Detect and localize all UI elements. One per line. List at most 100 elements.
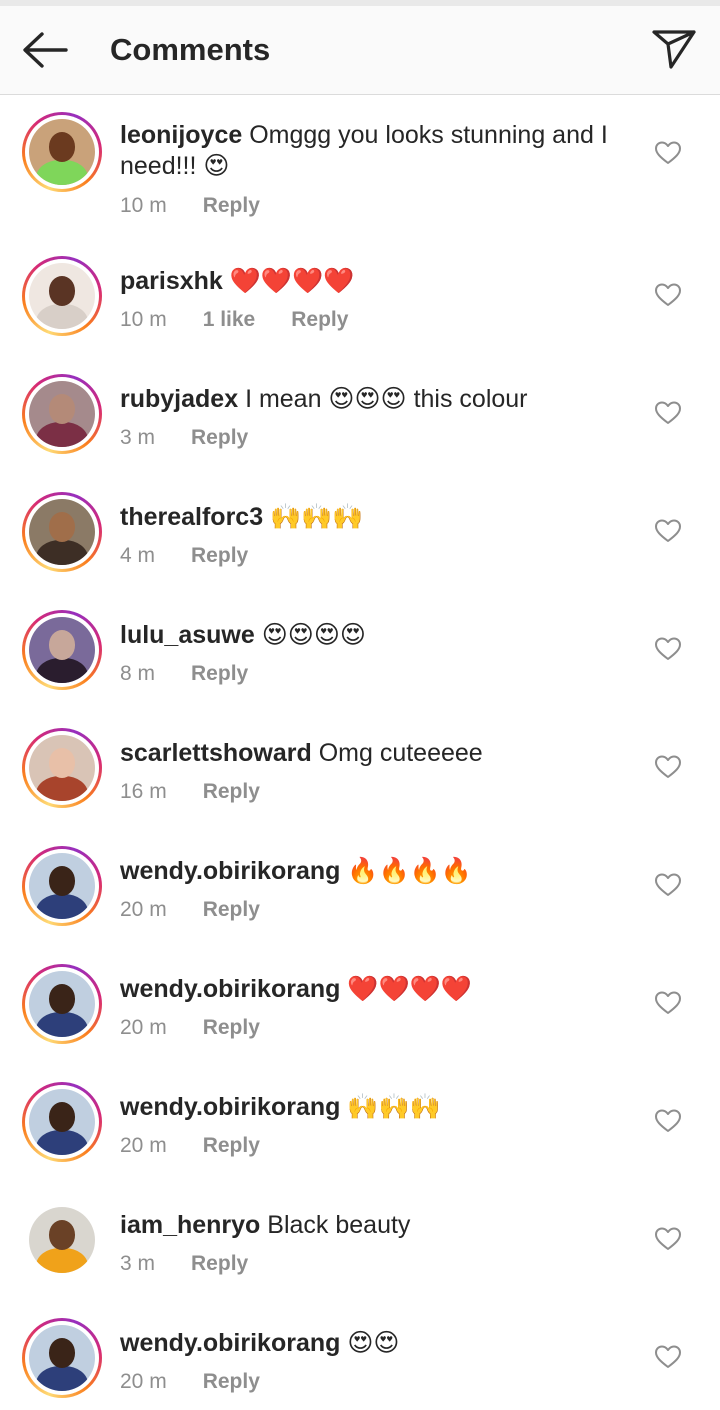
avatar[interactable] [22, 112, 102, 192]
likes-count-link[interactable]: 1 like [203, 308, 256, 332]
comment-body: 🙌🙌🙌 [270, 503, 364, 531]
heart-icon[interactable] [654, 1108, 682, 1134]
avatar[interactable] [22, 610, 102, 690]
comment-row: iam_henryo Black beauty 3 m Reply [0, 1196, 720, 1314]
avatar[interactable] [22, 492, 102, 572]
comment-row: wendy.obirikorang 🔥🔥🔥🔥 20 m Reply [0, 842, 720, 960]
comment-timestamp: 4 m [120, 544, 156, 567]
heart-icon[interactable] [654, 400, 682, 426]
comment-body: 😍😍 [347, 1329, 400, 1357]
comment-text: wendy.obirikorang ❤️❤️❤️❤️ [120, 974, 630, 1005]
comment-username[interactable]: wendy.obirikorang [120, 975, 340, 1003]
avatar[interactable] [22, 846, 102, 926]
comment-text: lulu_asuwe 😍😍😍😍 [120, 620, 630, 651]
comment-meta: 16 m Reply [120, 780, 260, 804]
comment-body: ❤️❤️❤️❤️ [229, 267, 355, 295]
comment-username[interactable]: lulu_asuwe [120, 621, 255, 649]
heart-icon[interactable] [654, 518, 682, 544]
comment-row: rubyjadex I mean 😍😍😍 this colour 3 m Reply [0, 370, 720, 488]
avatar[interactable] [22, 1200, 102, 1280]
comment-meta: 3 m Reply [120, 426, 248, 450]
comment-text: parisxhk ❤️❤️❤️❤️ [120, 266, 630, 297]
reply-button[interactable]: Reply [203, 1016, 260, 1040]
comment-meta: 20 m Reply [120, 1370, 260, 1394]
comment-row: wendy.obirikorang 😍😍 20 m Reply [0, 1314, 720, 1410]
avatar[interactable] [22, 1082, 102, 1162]
reply-button[interactable]: Reply [203, 780, 260, 804]
comment-body: 🙌🙌🙌 [347, 1093, 441, 1121]
comment-meta: 20 m Reply [120, 1134, 260, 1158]
comment-timestamp: 10 m [120, 308, 167, 331]
comment-body: 🔥🔥🔥🔥 [347, 857, 472, 885]
reply-button[interactable]: Reply [191, 1252, 248, 1276]
heart-icon[interactable] [654, 282, 682, 308]
comment-row: scarlettshoward Omg cuteeeee 16 m Reply [0, 724, 720, 842]
comment-username[interactable]: wendy.obirikorang [120, 857, 340, 885]
comment-timestamp: 20 m [120, 1016, 167, 1039]
reply-button[interactable]: Reply [203, 1370, 260, 1394]
comment-text: wendy.obirikorang 😍😍 [120, 1328, 630, 1359]
reply-button[interactable]: Reply [191, 426, 248, 450]
heart-icon[interactable] [654, 872, 682, 898]
comment-timestamp: 20 m [120, 898, 167, 921]
reply-button[interactable]: Reply [291, 308, 348, 332]
heart-icon[interactable] [654, 140, 682, 166]
comment-row: therealforc3 🙌🙌🙌 4 m Reply [0, 488, 720, 606]
comment-body: Omg cuteeeee [318, 739, 483, 767]
reply-button[interactable]: Reply [191, 662, 248, 686]
top-bar: Comments [0, 0, 720, 95]
comment-row: leonijoyce Omggg you looks stunning and … [0, 106, 720, 252]
comment-username[interactable]: rubyjadex [120, 385, 238, 413]
comment-timestamp: 3 m [120, 426, 156, 449]
comment-text: iam_henryo Black beauty [120, 1210, 630, 1241]
heart-icon[interactable] [654, 636, 682, 662]
comment-meta: 10 m 1 like Reply [120, 308, 348, 332]
back-button[interactable] [18, 28, 70, 72]
reply-button[interactable]: Reply [203, 194, 260, 218]
comment-body: I mean 😍😍😍 this colour [245, 385, 528, 413]
heart-icon[interactable] [654, 1344, 682, 1370]
comment-body: 😍😍😍😍 [261, 621, 366, 649]
comment-username[interactable]: iam_henryo [120, 1211, 260, 1239]
arrow-left-icon [23, 32, 68, 68]
comment-username[interactable]: scarlettshoward [120, 739, 312, 767]
paper-plane-icon [652, 30, 696, 69]
avatar[interactable] [22, 256, 102, 336]
comment-username[interactable]: wendy.obirikorang [120, 1329, 340, 1357]
page-title: Comments [110, 32, 271, 67]
comment-text: wendy.obirikorang 🙌🙌🙌 [120, 1092, 630, 1123]
comment-timestamp: 20 m [120, 1134, 167, 1157]
comment-timestamp: 20 m [120, 1370, 167, 1393]
comment-row: wendy.obirikorang 🙌🙌🙌 20 m Reply [0, 1078, 720, 1196]
heart-icon[interactable] [654, 754, 682, 780]
status-strip [0, 0, 720, 6]
comment-username[interactable]: therealforc3 [120, 503, 263, 531]
comment-timestamp: 10 m [120, 194, 167, 217]
comment-meta: 8 m Reply [120, 662, 248, 686]
avatar[interactable] [22, 728, 102, 808]
comment-row: wendy.obirikorang ❤️❤️❤️❤️ 20 m Reply [0, 960, 720, 1078]
comment-username[interactable]: leonijoyce [120, 121, 242, 149]
avatar[interactable] [22, 964, 102, 1044]
comment-timestamp: 16 m [120, 780, 167, 803]
comment-row: lulu_asuwe 😍😍😍😍 8 m Reply [0, 606, 720, 724]
comment-meta: 10 m Reply [120, 194, 260, 218]
reply-button[interactable]: Reply [191, 544, 248, 568]
heart-icon[interactable] [654, 990, 682, 1016]
reply-button[interactable]: Reply [203, 898, 260, 922]
comment-text: rubyjadex I mean 😍😍😍 this colour [120, 384, 630, 415]
heart-icon[interactable] [654, 1226, 682, 1252]
comment-meta: 20 m Reply [120, 898, 260, 922]
comment-row: parisxhk ❤️❤️❤️❤️ 10 m 1 like Reply [0, 252, 720, 370]
comment-timestamp: 8 m [120, 662, 156, 685]
comment-username[interactable]: parisxhk [120, 267, 223, 295]
avatar[interactable] [22, 374, 102, 454]
reply-button[interactable]: Reply [203, 1134, 260, 1158]
comment-text: wendy.obirikorang 🔥🔥🔥🔥 [120, 856, 630, 887]
comment-text: scarlettshoward Omg cuteeeee [120, 738, 630, 769]
comment-username[interactable]: wendy.obirikorang [120, 1093, 340, 1121]
comment-timestamp: 3 m [120, 1252, 156, 1275]
share-button[interactable] [648, 26, 700, 72]
avatar[interactable] [22, 1318, 102, 1398]
comment-meta: 4 m Reply [120, 544, 248, 568]
